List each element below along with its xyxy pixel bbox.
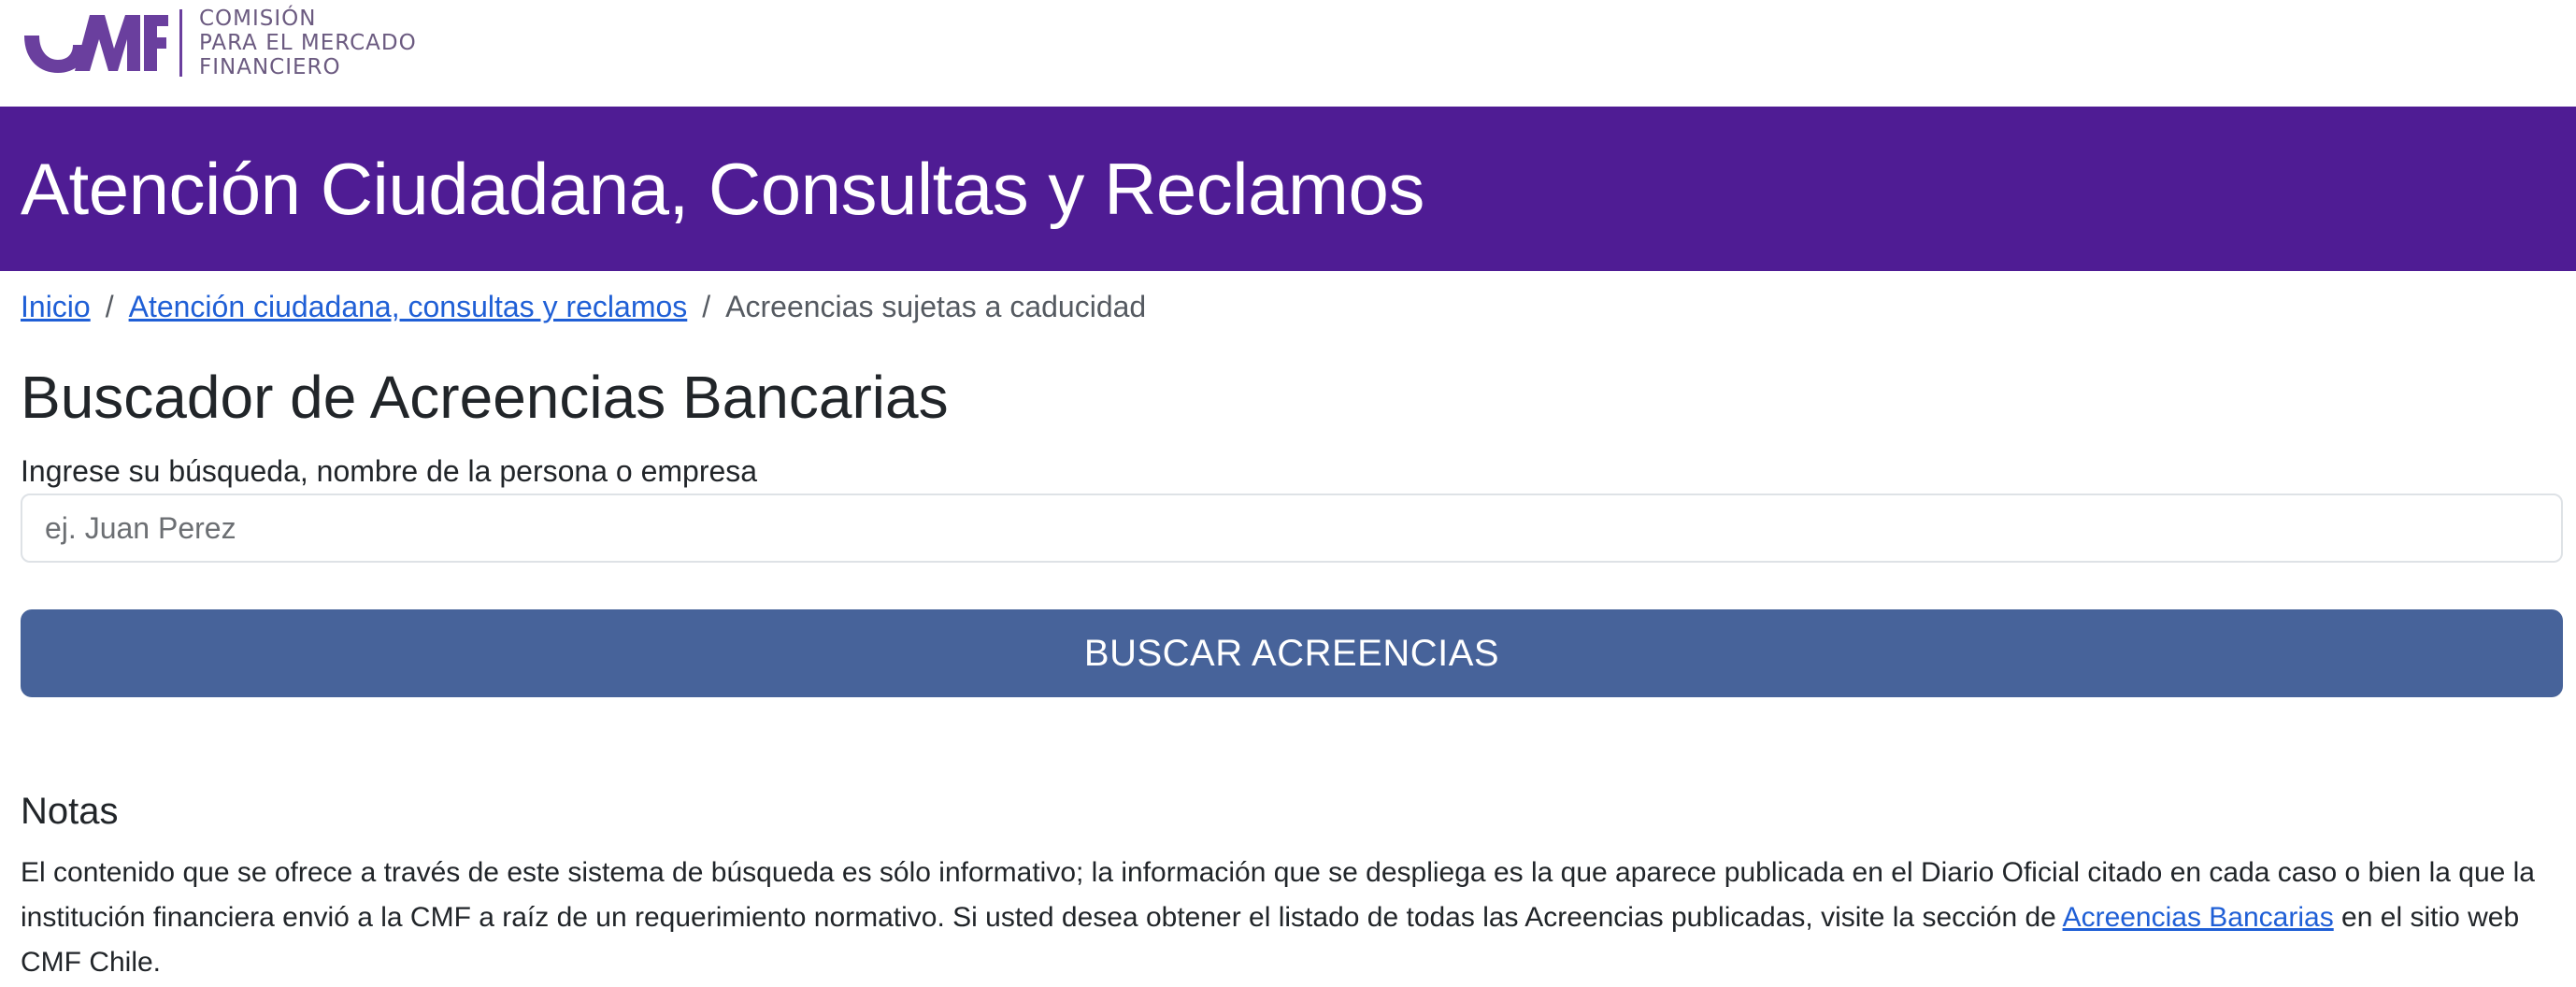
search-label: Ingrese su búsqueda, nombre de la person… bbox=[21, 454, 758, 488]
breadcrumb-separator: / bbox=[105, 290, 114, 323]
acreencias-bancarias-link[interactable]: Acreencias Bancarias bbox=[2063, 902, 2334, 933]
logo-divider bbox=[179, 9, 182, 77]
logo-text-line: COMISIÓN bbox=[199, 7, 317, 31]
notes-title: Notas bbox=[21, 791, 119, 832]
search-button[interactable]: BUSCAR ACREENCIAS bbox=[21, 609, 2563, 697]
banner-title: Atención Ciudadana, Consultas y Reclamos bbox=[21, 147, 1424, 230]
title-banner: Atención Ciudadana, Consultas y Reclamos bbox=[0, 107, 2576, 271]
breadcrumb: Inicio / Atención ciudadana, consultas y… bbox=[21, 290, 1146, 324]
breadcrumb-link-atencion[interactable]: Atención ciudadana, consultas y reclamos bbox=[129, 290, 688, 324]
notes-body: El contenido que se ofrece a través de e… bbox=[21, 851, 2544, 985]
search-input[interactable] bbox=[21, 494, 2563, 563]
cmf-logo[interactable]: COMISIÓN PARA EL MERCADO FINANCIERO bbox=[21, 7, 417, 79]
page-title: Buscador de Acreencias Bancarias bbox=[21, 364, 949, 431]
breadcrumb-separator: / bbox=[702, 290, 711, 323]
logo-text-line: FINANCIERO bbox=[199, 55, 341, 79]
logo-text-line: PARA EL MERCADO bbox=[199, 31, 417, 55]
top-header: COMISIÓN PARA EL MERCADO FINANCIERO bbox=[0, 0, 2576, 107]
logo-text: COMISIÓN PARA EL MERCADO FINANCIERO bbox=[199, 7, 417, 79]
cmf-logo-mark-icon bbox=[24, 15, 168, 73]
breadcrumb-link-inicio[interactable]: Inicio bbox=[21, 290, 91, 324]
breadcrumb-current: Acreencias sujetas a caducidad bbox=[725, 290, 1147, 323]
